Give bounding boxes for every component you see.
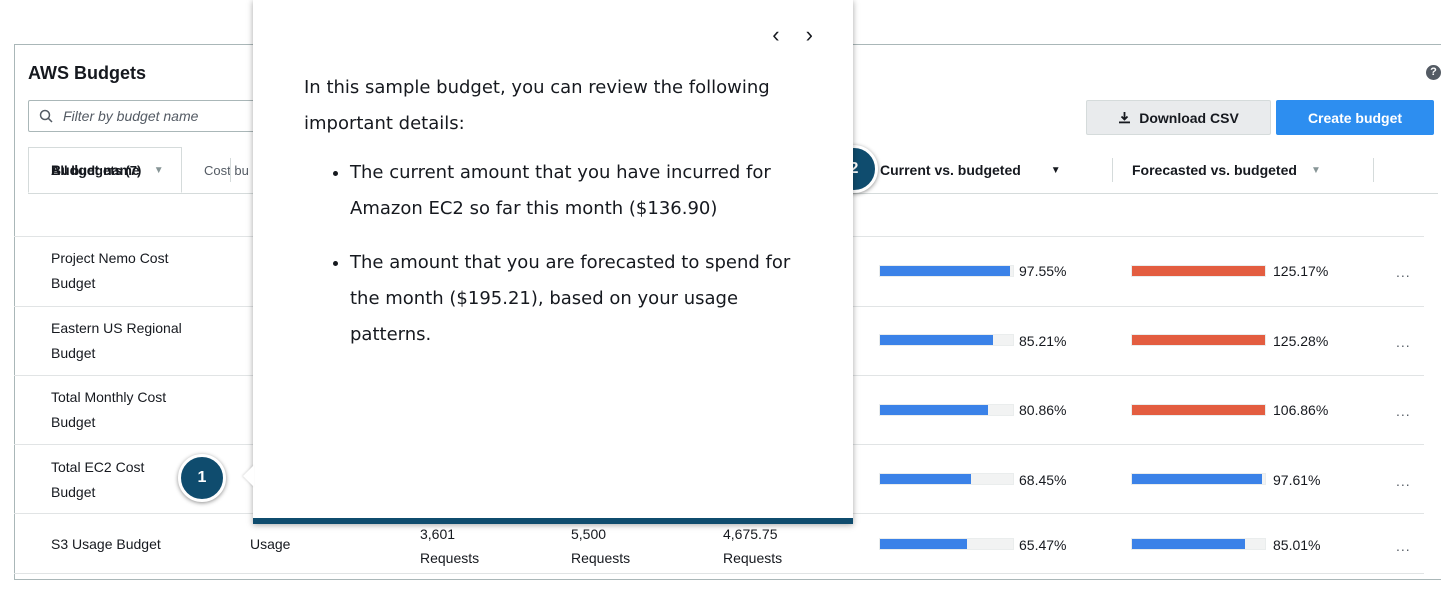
forecast-progress-fill	[1132, 405, 1265, 415]
current-progress-fill	[880, 335, 993, 345]
forecast-progress-fill	[1132, 474, 1262, 484]
forecast-percent: 85.01%	[1273, 537, 1321, 553]
popover-nav: ‹ ›	[752, 22, 813, 48]
current-progress-fill	[880, 474, 971, 484]
budget-name-cell[interactable]: Eastern US Regional Budget	[51, 316, 182, 366]
download-csv-label: Download CSV	[1139, 109, 1239, 126]
column-divider	[1373, 158, 1374, 182]
current-progress-bar	[879, 265, 1014, 277]
popover-bullet: The current amount that you have incurre…	[350, 155, 824, 227]
current-progress-bar	[879, 538, 1014, 550]
forecast-progress-fill	[1132, 266, 1265, 276]
forecasted-amount-cell: 4,675.75 Requests	[723, 522, 782, 570]
budget-name-cell[interactable]: S3 Usage Budget	[51, 532, 161, 557]
current-progress-fill	[880, 266, 1010, 276]
row-divider	[14, 573, 1424, 574]
search-input[interactable]	[61, 107, 235, 125]
forecast-percent: 106.86%	[1273, 402, 1329, 418]
row-actions-menu[interactable]: ...	[1396, 264, 1411, 280]
amount-value: 3,601	[420, 526, 456, 542]
forecast-progress-fill	[1132, 335, 1265, 345]
sort-caret-icon: ▼	[1050, 164, 1061, 176]
budget-name-line: Budget	[51, 275, 96, 291]
search-box[interactable]	[28, 100, 258, 132]
row-actions-menu[interactable]: ...	[1396, 538, 1411, 554]
forecast-progress-bar	[1131, 473, 1266, 485]
row-actions-menu[interactable]: ...	[1396, 473, 1411, 489]
forecast-progress-bar	[1131, 538, 1266, 550]
budget-name-line: Project Nemo Cost	[51, 250, 169, 266]
panel-title: AWS Budgets	[28, 63, 147, 83]
column-header-current-vs-budgeted[interactable]: Current vs. budgeted ▼	[880, 148, 1061, 192]
previous-step-button[interactable]: ‹	[772, 22, 779, 47]
popover-bullet: The amount that you are forecasted to sp…	[350, 245, 824, 353]
forecast-progress-fill	[1132, 539, 1245, 549]
column-header-budget-name[interactable]: Budget name ▼	[51, 148, 164, 192]
budget-name-line: Budget	[51, 345, 96, 361]
budget-name-line: Budget	[51, 484, 96, 500]
budgeted-amount-cell: 5,500 Requests	[571, 522, 630, 570]
forecast-progress-bar	[1131, 404, 1266, 416]
row-actions-menu[interactable]: ...	[1396, 403, 1411, 419]
column-header-forecasted-vs-budgeted[interactable]: Forecasted vs. budgeted ▼	[1132, 148, 1321, 192]
amount-unit: Requests	[571, 550, 631, 566]
download-icon	[1119, 112, 1131, 124]
budget-name-line: Eastern US Regional	[51, 320, 182, 336]
popover-intro: In this sample budget, you can review th…	[304, 77, 770, 134]
forecast-percent: 125.17%	[1273, 263, 1329, 279]
current-progress-bar	[879, 334, 1014, 346]
search-icon	[39, 109, 53, 123]
budget-name-cell[interactable]: Total Monthly Cost Budget	[51, 385, 166, 435]
sort-caret-icon: ▼	[1310, 164, 1321, 176]
current-amount-cell: 3,601 Requests	[420, 522, 479, 570]
popover-bullets: The current amount that you have incurre…	[304, 155, 824, 353]
row-actions-menu[interactable]: ...	[1396, 334, 1411, 350]
budget-name-cell[interactable]: Project Nemo Cost Budget	[51, 246, 168, 296]
column-divider	[230, 158, 231, 182]
budget-name-line: Total Monthly Cost	[51, 389, 167, 405]
budget-name-cell[interactable]: Total EC2 Cost Budget	[51, 455, 144, 505]
column-header-label: Current vs. budgeted	[880, 162, 1021, 178]
column-header-label: Forecasted vs. budgeted	[1132, 162, 1297, 178]
amount-unit: Requests	[420, 550, 480, 566]
current-percent: 80.86%	[1019, 402, 1067, 418]
tour-popover: ‹ › In this sample budget, you can revie…	[253, 0, 853, 524]
current-percent: 65.47%	[1019, 537, 1067, 553]
popover-pointer	[243, 465, 254, 487]
help-icon[interactable]: ?	[1426, 65, 1441, 80]
current-progress-fill	[880, 539, 967, 549]
amount-value: 4,675.75	[723, 526, 778, 542]
create-budget-button[interactable]: Create budget	[1276, 100, 1434, 135]
forecast-percent: 97.61%	[1273, 472, 1321, 488]
current-percent: 97.55%	[1019, 263, 1067, 279]
popover-body: In this sample budget, you can review th…	[304, 70, 824, 371]
current-progress-bar	[879, 404, 1014, 416]
forecast-progress-bar	[1131, 265, 1266, 277]
sort-caret-icon: ▼	[153, 164, 164, 176]
current-progress-fill	[880, 405, 988, 415]
column-header-label: Budget name	[51, 162, 140, 178]
current-progress-bar	[879, 473, 1014, 485]
download-csv-button[interactable]: Download CSV	[1086, 100, 1271, 135]
forecast-progress-bar	[1131, 334, 1266, 346]
current-percent: 68.45%	[1019, 472, 1067, 488]
step-1-badge[interactable]: 1	[178, 454, 226, 502]
budget-name-line: Total EC2 Cost	[51, 459, 145, 475]
amount-unit: Requests	[723, 550, 783, 566]
budget-name-line: Budget	[51, 414, 96, 430]
next-step-button[interactable]: ›	[806, 22, 813, 47]
column-divider	[1112, 158, 1113, 182]
forecast-percent: 125.28%	[1273, 333, 1329, 349]
amount-value: 5,500	[571, 526, 607, 542]
budget-name-line: S3 Usage Budget	[51, 536, 161, 552]
budget-type-cell: Usage	[250, 536, 291, 552]
current-percent: 85.21%	[1019, 333, 1067, 349]
